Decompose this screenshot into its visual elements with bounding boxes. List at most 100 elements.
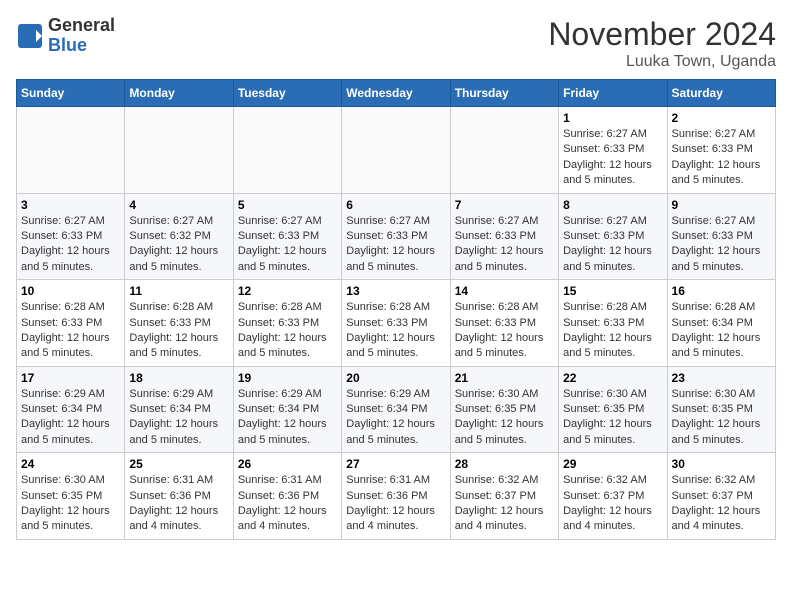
calendar-cell: 20Sunrise: 6:29 AM Sunset: 6:34 PM Dayli… [342,366,450,453]
day-info: Sunrise: 6:28 AM Sunset: 6:33 PM Dayligh… [563,300,662,362]
day-info: Sunrise: 6:31 AM Sunset: 6:36 PM Dayligh… [129,473,228,535]
day-info: Sunrise: 6:27 AM Sunset: 6:32 PM Dayligh… [129,214,228,276]
day-number: 4 [129,198,228,212]
calendar-cell: 28 Sunrise: 6:32 AM Sunset: 6:37 PM Dayli… [450,453,558,540]
logo-text: General Blue [48,16,115,56]
logo-general: General [48,16,115,36]
calendar-cell: 9Sunrise: 6:27 AM Sunset: 6:33 PM Daylig… [667,193,775,280]
day-info: Sunrise: 6:32 AM Sunset: 6:37 PM Dayligh… [563,473,662,535]
day-number: 16 [672,284,771,298]
calendar-cell: 4 Sunrise: 6:27 AM Sunset: 6:32 PM Daylig… [125,193,233,280]
day-info: Sunrise: 6:30 AM Sunset: 6:35 PM Dayligh… [21,473,120,535]
calendar-cell [233,107,341,194]
calendar-cell: 26 Sunrise: 6:31 AM Sunset: 6:36 PM Dayli… [233,453,341,540]
day-header-thursday: Thursday [450,80,558,107]
day-number: 14 [455,284,554,298]
calendar-cell: 19 Sunrise: 6:29 AM Sunset: 6:34 PM Dayli… [233,366,341,453]
day-number: 6 [346,198,445,212]
day-info: Sunrise: 6:30 AM Sunset: 6:35 PM Dayligh… [455,387,554,449]
day-info: Sunrise: 6:29 AM Sunset: 6:34 PM Dayligh… [238,387,337,449]
calendar-cell [125,107,233,194]
day-number: 8 [563,198,662,212]
calendar-cell: 10 Sunrise: 6:28 AM Sunset: 6:33 PM Dayli… [17,280,125,367]
calendar-cell [342,107,450,194]
day-number: 26 [238,457,337,471]
logo-blue: Blue [48,36,115,56]
calendar-cell: 14 Sunrise: 6:28 AM Sunset: 6:33 PM Dayli… [450,280,558,367]
week-row-5: 24 Sunrise: 6:30 AM Sunset: 6:35 PM Dayli… [17,453,776,540]
subtitle: Luuka Town, Uganda [548,53,776,71]
day-info: Sunrise: 6:28 AM Sunset: 6:33 PM Dayligh… [238,300,337,362]
calendar-cell: 29 Sunrise: 6:32 AM Sunset: 6:37 PM Dayli… [559,453,667,540]
day-number: 25 [129,457,228,471]
day-number: 27 [346,457,445,471]
calendar-cell: 12 Sunrise: 6:28 AM Sunset: 6:33 PM Dayli… [233,280,341,367]
day-number: 28 [455,457,554,471]
calendar-cell: 7Sunrise: 6:27 AM Sunset: 6:33 PM Daylig… [450,193,558,280]
day-number: 29 [563,457,662,471]
day-info: Sunrise: 6:27 AM Sunset: 6:33 PM Dayligh… [563,127,662,189]
day-info: Sunrise: 6:30 AM Sunset: 6:35 PM Dayligh… [563,387,662,449]
day-info: Sunrise: 6:27 AM Sunset: 6:33 PM Dayligh… [238,214,337,276]
day-number: 22 [563,371,662,385]
week-row-4: 17 Sunrise: 6:29 AM Sunset: 6:34 PM Dayli… [17,366,776,453]
calendar-cell: 11 Sunrise: 6:28 AM Sunset: 6:33 PM Dayli… [125,280,233,367]
day-info: Sunrise: 6:27 AM Sunset: 6:33 PM Dayligh… [563,214,662,276]
day-number: 13 [346,284,445,298]
day-info: Sunrise: 6:27 AM Sunset: 6:33 PM Dayligh… [346,214,445,276]
calendar-cell: 22 Sunrise: 6:30 AM Sunset: 6:35 PM Dayli… [559,366,667,453]
month-title: November 2024 [548,16,776,53]
calendar-cell: 13 Sunrise: 6:28 AM Sunset: 6:33 PM Dayli… [342,280,450,367]
day-number: 21 [455,371,554,385]
day-header-sunday: Sunday [17,80,125,107]
calendar-table: SundayMondayTuesdayWednesdayThursdayFrid… [16,79,776,540]
calendar-cell: 27 Sunrise: 6:31 AM Sunset: 6:36 PM Dayli… [342,453,450,540]
day-info: Sunrise: 6:29 AM Sunset: 6:34 PM Dayligh… [21,387,120,449]
day-number: 12 [238,284,337,298]
header-row: SundayMondayTuesdayWednesdayThursdayFrid… [17,80,776,107]
logo-icon [16,22,44,50]
day-number: 7 [455,198,554,212]
page-header: General Blue November 2024 Luuka Town, U… [16,16,776,71]
day-header-wednesday: Wednesday [342,80,450,107]
day-header-saturday: Saturday [667,80,775,107]
day-header-monday: Monday [125,80,233,107]
week-row-3: 10 Sunrise: 6:28 AM Sunset: 6:33 PM Dayli… [17,280,776,367]
week-row-1: 1 Sunrise: 6:27 AM Sunset: 6:33 PM Daylig… [17,107,776,194]
day-info: Sunrise: 6:31 AM Sunset: 6:36 PM Dayligh… [346,473,445,535]
calendar-cell: 1 Sunrise: 6:27 AM Sunset: 6:33 PM Daylig… [559,107,667,194]
day-number: 19 [238,371,337,385]
day-info: Sunrise: 6:29 AM Sunset: 6:34 PM Dayligh… [129,387,228,449]
calendar-cell: 25 Sunrise: 6:31 AM Sunset: 6:36 PM Dayli… [125,453,233,540]
day-info: Sunrise: 6:31 AM Sunset: 6:36 PM Dayligh… [238,473,337,535]
day-info: Sunrise: 6:32 AM Sunset: 6:37 PM Dayligh… [455,473,554,535]
week-row-2: 3Sunrise: 6:27 AM Sunset: 6:33 PM Daylig… [17,193,776,280]
day-info: Sunrise: 6:28 AM Sunset: 6:33 PM Dayligh… [129,300,228,362]
day-info: Sunrise: 6:29 AM Sunset: 6:34 PM Dayligh… [346,387,445,449]
day-info: Sunrise: 6:27 AM Sunset: 6:33 PM Dayligh… [21,214,120,276]
calendar-cell: 6 Sunrise: 6:27 AM Sunset: 6:33 PM Daylig… [342,193,450,280]
day-info: Sunrise: 6:28 AM Sunset: 6:33 PM Dayligh… [455,300,554,362]
calendar-cell [450,107,558,194]
logo: General Blue [16,16,115,56]
day-number: 18 [129,371,228,385]
day-info: Sunrise: 6:27 AM Sunset: 6:33 PM Dayligh… [672,127,771,189]
day-number: 24 [21,457,120,471]
calendar-cell: 21 Sunrise: 6:30 AM Sunset: 6:35 PM Dayli… [450,366,558,453]
day-number: 5 [238,198,337,212]
calendar-cell: 8 Sunrise: 6:27 AM Sunset: 6:33 PM Daylig… [559,193,667,280]
day-number: 11 [129,284,228,298]
day-info: Sunrise: 6:28 AM Sunset: 6:34 PM Dayligh… [672,300,771,362]
day-number: 1 [563,111,662,125]
day-info: Sunrise: 6:28 AM Sunset: 6:33 PM Dayligh… [21,300,120,362]
day-number: 17 [21,371,120,385]
day-number: 9 [672,198,771,212]
calendar-cell [17,107,125,194]
day-number: 30 [672,457,771,471]
calendar-cell: 23Sunrise: 6:30 AM Sunset: 6:35 PM Dayli… [667,366,775,453]
day-header-friday: Friday [559,80,667,107]
day-number: 10 [21,284,120,298]
day-info: Sunrise: 6:28 AM Sunset: 6:33 PM Dayligh… [346,300,445,362]
calendar-cell: 16 Sunrise: 6:28 AM Sunset: 6:34 PM Dayli… [667,280,775,367]
calendar-cell: 15Sunrise: 6:28 AM Sunset: 6:33 PM Dayli… [559,280,667,367]
